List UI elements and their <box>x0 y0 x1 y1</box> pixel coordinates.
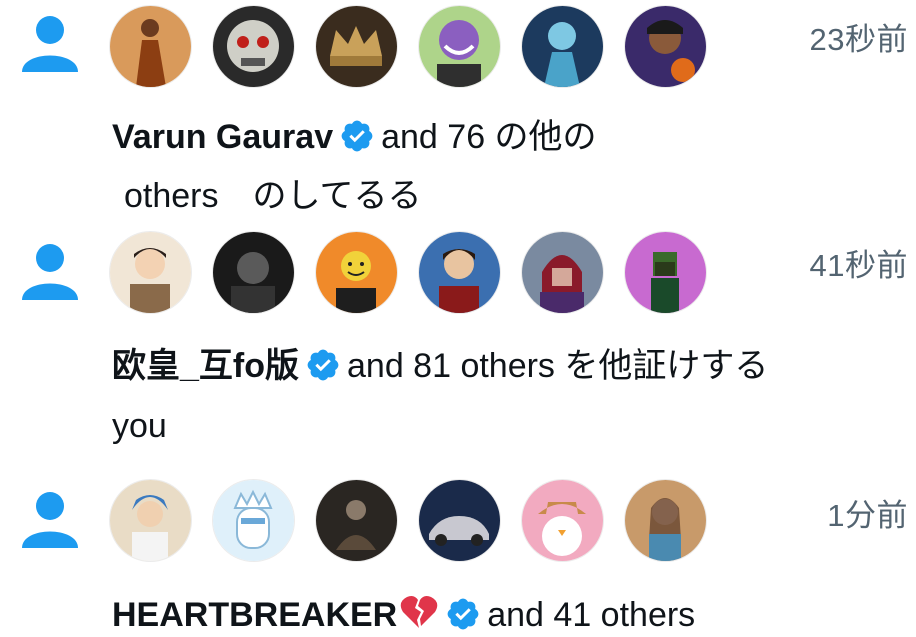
notification-text: and 76 の他の <box>381 118 597 156</box>
notification-line-2: others のしてるる <box>124 177 422 215</box>
avatar-row <box>110 232 706 313</box>
notification-line-2: you <box>112 407 167 445</box>
anime-man-avatar[interactable] <box>419 232 500 313</box>
avatar-row <box>110 6 706 87</box>
woman-avatar[interactable] <box>625 480 706 561</box>
verified-badge-icon <box>307 349 339 381</box>
smiley-avatar[interactable] <box>316 232 397 313</box>
penguin-crown-avatar[interactable] <box>213 480 294 561</box>
cowboy-penguin-avatar[interactable] <box>522 480 603 561</box>
skull-avatar[interactable] <box>213 6 294 87</box>
person-icon <box>22 16 78 72</box>
car-avatar[interactable] <box>419 480 500 561</box>
notification-line-1: Varun Gaurav and 76 の他の <box>112 117 597 157</box>
doctor-avatar[interactable] <box>110 480 191 561</box>
user-name[interactable]: HEARTBREAKER <box>112 596 397 634</box>
person-icon <box>22 244 78 300</box>
soldier-avatar[interactable] <box>110 232 191 313</box>
crown-avatar[interactable] <box>316 6 397 87</box>
verified-badge-icon <box>447 598 479 630</box>
pixel-avatar[interactable] <box>625 232 706 313</box>
timestamp: 1分前 <box>827 498 908 533</box>
user-name[interactable]: Varun Gaurav <box>112 118 333 156</box>
avatar-row <box>110 480 706 561</box>
verified-badge-icon <box>341 120 373 152</box>
timestamp: 41秒前 <box>809 248 908 283</box>
notification-text: and 41 others <box>487 596 696 634</box>
meditate-avatar[interactable] <box>316 480 397 561</box>
magneto-avatar[interactable] <box>522 232 603 313</box>
anime-boy-avatar[interactable] <box>625 6 706 87</box>
timestamp: 23秒前 <box>809 22 908 57</box>
notification-line-1: HEARTBREAKER and 41 others <box>112 594 695 635</box>
user-name[interactable]: 欧皇_互fo版 <box>112 347 299 385</box>
cyber-avatar[interactable] <box>522 6 603 87</box>
person-icon <box>22 492 78 548</box>
dark-photo-avatar[interactable] <box>213 232 294 313</box>
monk-avatar[interactable] <box>110 6 191 87</box>
broken-heart-icon <box>400 596 438 628</box>
troll-avatar[interactable] <box>419 6 500 87</box>
notification-text: and 81 others を他証けする <box>347 347 769 385</box>
notification-line-1: 欧皇_互fo版 and 81 others を他証けする <box>112 346 768 386</box>
